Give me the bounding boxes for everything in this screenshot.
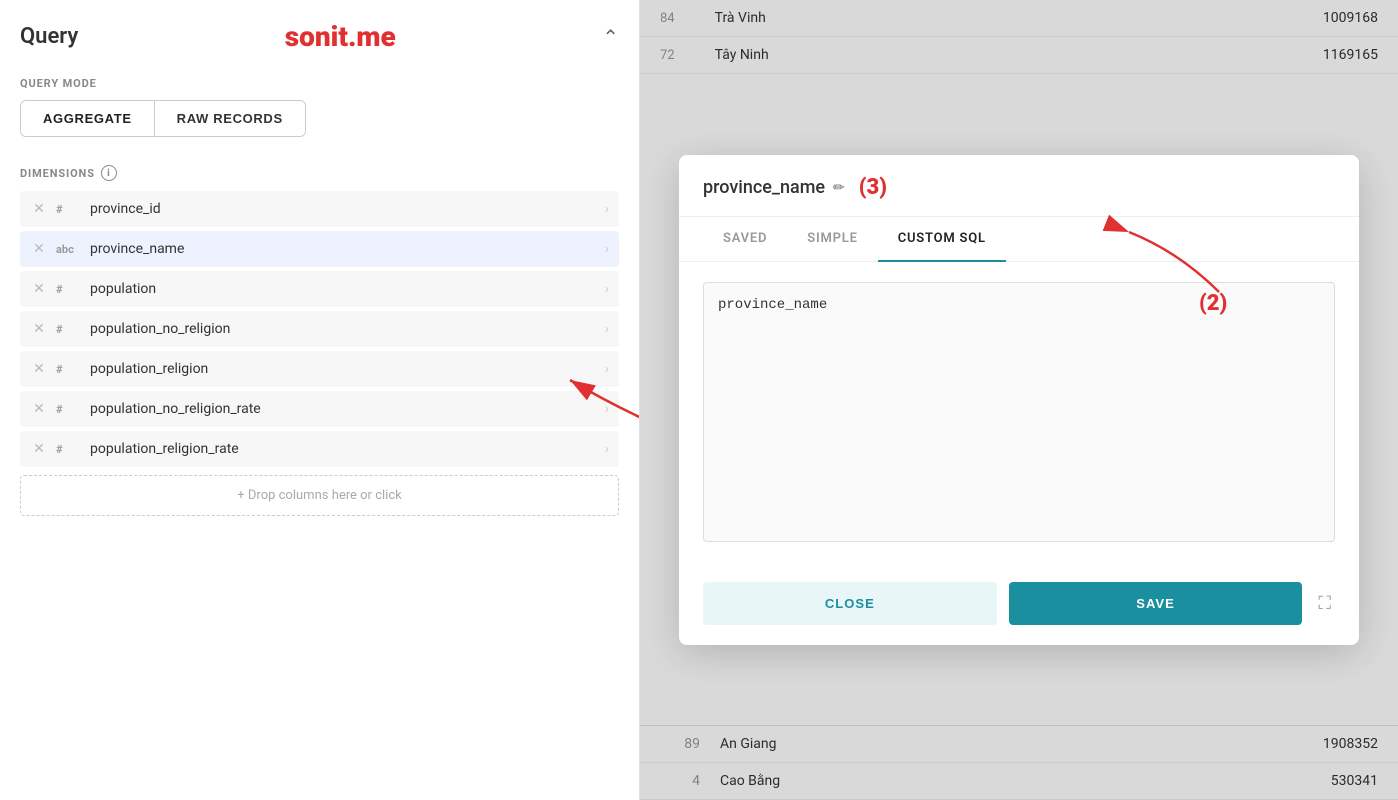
modal-body: (2) [679,262,1359,566]
remove-icon[interactable]: ✕ [30,401,48,417]
remove-icon[interactable]: ✕ [30,321,48,337]
type-icon: # [56,363,82,376]
dimension-name: population_religion_rate [90,441,597,457]
type-icon: # [56,403,82,416]
chevron-right-icon: › [605,201,609,217]
raw-records-button[interactable]: RAW RECORDS [155,101,305,136]
dimension-name: population [90,281,597,297]
remove-icon[interactable]: ✕ [30,241,48,257]
table-row[interactable]: ✕ abc province_name › [20,231,619,267]
table-row[interactable]: ✕ # population_religion › [20,351,619,387]
tab-saved[interactable]: SAVED [703,217,787,262]
dimension-list: ✕ # province_id › ✕ abc province_name › … [20,191,619,516]
left-panel: Query sonit.me ⌃ QUERY MODE AGGREGATE RA… [0,0,640,800]
dimension-name: population_no_religion [90,321,597,337]
edit-icon[interactable]: ✏ [833,180,845,196]
modal-tabs: SAVED SIMPLE CUSTOM SQL [679,217,1359,262]
chevron-right-icon: › [605,321,609,337]
chevron-right-icon: › [605,241,609,257]
chevron-right-icon: › [605,361,609,377]
query-mode-section: QUERY MODE AGGREGATE RAW RECORDS [20,77,619,137]
dimensions-info-icon[interactable]: i [101,165,117,181]
sql-input[interactable] [703,282,1335,542]
query-mode-label: QUERY MODE [20,77,619,90]
table-row[interactable]: ✕ # province_id › [20,191,619,227]
type-icon: abc [56,243,82,256]
step-3-badge: (3) [859,175,887,200]
collapse-icon[interactable]: ⌃ [602,25,619,49]
brand-logo: sonit.me [285,20,396,53]
type-icon: # [56,203,82,216]
dimension-name: province_id [90,201,597,217]
remove-icon[interactable]: ✕ [30,201,48,217]
dimensions-label: DIMENSIONS i [20,165,619,181]
type-icon: # [56,443,82,456]
modal-footer: CLOSE SAVE ⛶ [679,566,1359,645]
table-row[interactable]: ✕ # population_religion_rate › [20,431,619,467]
dimension-name: province_name [90,241,597,257]
expand-icon[interactable]: ⛶ [1314,589,1335,618]
remove-icon[interactable]: ✕ [30,441,48,457]
type-icon: # [56,283,82,296]
table-row[interactable]: ✕ # population › [20,271,619,307]
chevron-right-icon: › [605,441,609,457]
dimension-name: population_religion [90,361,597,377]
column-editor-modal: province_name ✏ (3) SAVED SIMPLE CUSTOM … [679,155,1359,645]
remove-icon[interactable]: ✕ [30,361,48,377]
tab-simple[interactable]: SIMPLE [787,217,877,262]
query-title: Query [20,24,78,49]
save-button[interactable]: SAVE [1009,582,1303,625]
modal-title: province_name [703,177,825,198]
table-row[interactable]: ✕ # population_no_religion › [20,311,619,347]
chevron-right-icon: › [605,281,609,297]
modal-header: province_name ✏ (3) [679,155,1359,217]
close-button[interactable]: CLOSE [703,582,997,625]
dimensions-section: DIMENSIONS i ✕ # province_id › ✕ abc pro… [20,165,619,516]
type-icon: # [56,323,82,336]
mode-buttons: AGGREGATE RAW RECORDS [20,100,306,137]
dimension-name: population_no_religion_rate [90,401,597,417]
drop-zone[interactable]: + Drop columns here or click [20,475,619,516]
aggregate-button[interactable]: AGGREGATE [21,101,155,136]
tab-custom-sql[interactable]: CUSTOM SQL [878,217,1006,262]
modal-overlay: province_name ✏ (3) SAVED SIMPLE CUSTOM … [640,0,1398,800]
chevron-right-icon: › [605,401,609,417]
table-row[interactable]: ✕ # population_no_religion_rate › [20,391,619,427]
remove-icon[interactable]: ✕ [30,281,48,297]
right-panel: 84 Trà Vinh 1009168 72 Tây Ninh 1169165 … [640,0,1398,800]
query-header: Query sonit.me ⌃ [20,20,619,53]
